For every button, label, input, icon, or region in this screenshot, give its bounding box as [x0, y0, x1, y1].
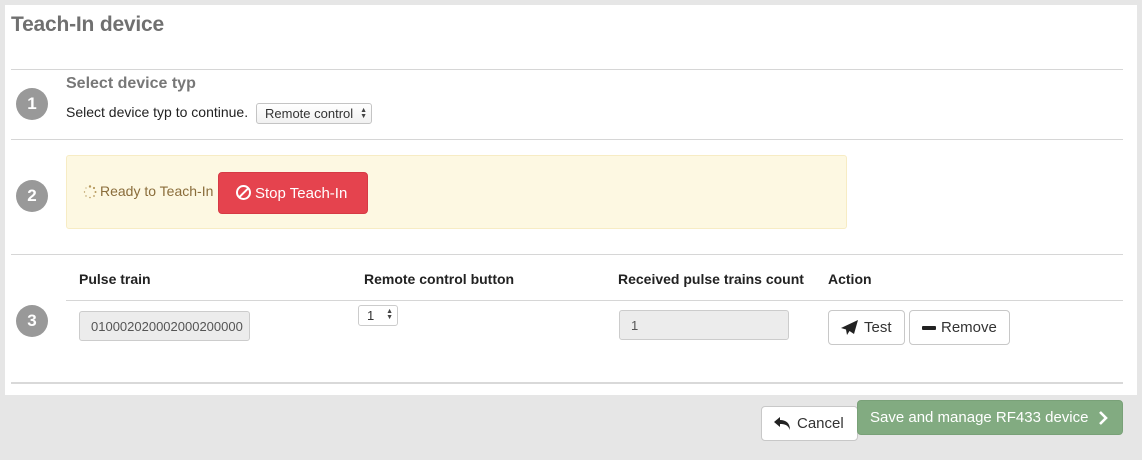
device-type-select-value: Remote control [265, 106, 354, 121]
minus-icon [922, 326, 936, 330]
step-1-title: Select device typ [66, 75, 196, 92]
stop-teach-in-button[interactable]: Stop Teach-In [218, 172, 368, 214]
divider [11, 254, 1123, 255]
received-count-value: 1 [631, 318, 639, 333]
save-and-manage-button[interactable]: Save and manage RF433 device [857, 400, 1123, 435]
step-1-badge: 1 [16, 88, 48, 120]
cancel-button[interactable]: Cancel [761, 406, 858, 441]
test-button-label: Test [864, 319, 892, 336]
remove-button[interactable]: Remove [909, 310, 1010, 345]
divider [11, 382, 1123, 384]
page-title: Teach-In device [11, 13, 165, 36]
paper-plane-icon [841, 320, 858, 335]
pulse-train-field[interactable]: 010002020002000200000 [79, 311, 250, 341]
device-type-select[interactable]: Remote control ▲ ▼ [256, 103, 372, 124]
divider [11, 69, 1123, 70]
step-3-badge: 3 [16, 305, 48, 337]
select-arrows-icon: ▲ ▼ [360, 107, 367, 120]
remote-button-value: 1 [367, 308, 375, 323]
column-header-pulse-train: Pulse train [79, 271, 151, 287]
chevron-right-icon [1099, 411, 1108, 425]
teach-in-status-text: Ready to Teach-In [100, 183, 214, 199]
teach-in-status-alert: Ready to Teach-In Stop Teach-In [66, 155, 847, 229]
undo-icon [774, 417, 790, 430]
divider [11, 139, 1123, 140]
test-button[interactable]: Test [828, 310, 905, 345]
stepper-arrows-icon: ▲ ▼ [386, 308, 393, 321]
column-header-count: Received pulse trains count [618, 271, 804, 287]
step-2-badge: 2 [16, 180, 48, 212]
column-header-action: Action [828, 271, 872, 287]
received-count-field[interactable]: 1 [619, 310, 789, 340]
pulse-train-value: 010002020002000200000 [91, 319, 243, 334]
cancel-button-label: Cancel [797, 415, 844, 432]
stop-teach-in-label: Stop Teach-In [255, 185, 348, 202]
table-header-divider [66, 300, 1123, 301]
ban-icon [236, 185, 251, 200]
remove-button-label: Remove [941, 319, 997, 336]
save-button-label: Save and manage RF433 device [870, 409, 1089, 426]
column-header-remote-button: Remote control button [364, 271, 515, 287]
remote-button-stepper[interactable]: 1 ▲ ▼ [358, 305, 398, 326]
device-type-label: Select device typ to continue. [66, 104, 249, 120]
loading-spinner-icon [83, 185, 97, 202]
